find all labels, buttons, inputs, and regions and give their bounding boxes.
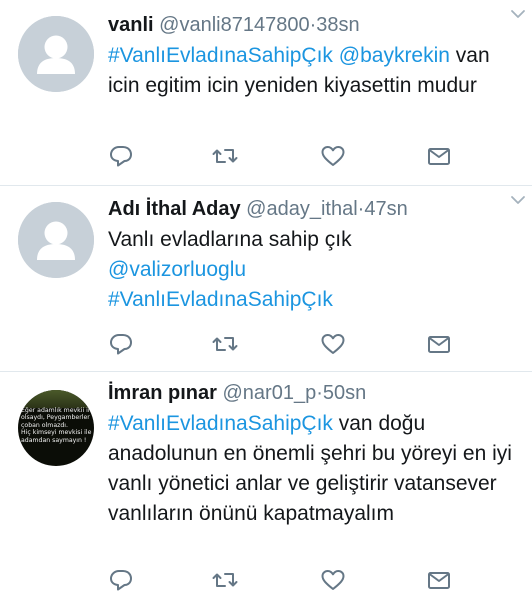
tweet-text: Vanlı evladlarına sahip çık @valizorluogl…	[108, 225, 516, 315]
heart-icon	[321, 146, 345, 166]
mention-link[interactable]: @valizorluoglu	[108, 258, 246, 281]
timestamp[interactable]: 50sn	[323, 382, 366, 404]
tweet-body: Adı İthal Aday @aday_ithal·47sn Vanlı ev…	[108, 194, 516, 315]
chevron-down-icon[interactable]	[510, 194, 526, 206]
tweet-text: #VanlıEvladınaSahipÇık @baykrekin van ic…	[108, 41, 516, 101]
like-button[interactable]	[320, 568, 346, 592]
display-name[interactable]: vanli	[108, 14, 154, 36]
reply-icon	[110, 570, 132, 591]
reply-button[interactable]	[108, 332, 134, 356]
hashtag-link[interactable]: #VanlıEvladınaSahipÇık	[108, 412, 333, 435]
user-handle[interactable]: @aday_ithal	[246, 198, 357, 220]
direct-message-button[interactable]	[426, 568, 452, 592]
display-name[interactable]: Adı İthal Aday	[108, 198, 241, 220]
retweet-button[interactable]	[212, 144, 238, 168]
tweet-body: vanli @vanli87147800·38sn #VanlıEvladına…	[108, 10, 516, 101]
tweet-header: İmran pınar @nar01_p·50sn	[108, 378, 516, 408]
display-name[interactable]: İmran pınar	[108, 382, 217, 404]
hashtag-link[interactable]: #VanlıEvladınaSahipÇık	[108, 288, 333, 311]
envelope-icon	[428, 336, 450, 353]
direct-message-button[interactable]	[426, 332, 452, 356]
reply-button[interactable]	[108, 144, 134, 168]
avatar-image-background	[18, 390, 94, 408]
retweet-icon	[212, 149, 238, 163]
tweet-actions	[108, 144, 458, 168]
tweet-header: vanli @vanli87147800·38sn	[108, 10, 516, 40]
heart-icon	[321, 334, 345, 354]
tweet[interactable]: vanli @vanli87147800·38sn #VanlıEvladına…	[0, 0, 532, 186]
envelope-icon	[428, 572, 450, 589]
timeline: vanli @vanli87147800·38sn #VanlıEvladına…	[0, 0, 532, 609]
hashtag-link[interactable]: #VanlıEvladınaSahipÇık	[108, 44, 333, 67]
profile-avatar[interactable]: Eğer adamlık mevkii ile olsaydı, Peygamb…	[18, 390, 94, 466]
retweet-button[interactable]	[212, 568, 238, 592]
retweet-icon	[212, 337, 238, 351]
mention-link[interactable]: @baykrekin	[339, 44, 450, 67]
default-avatar-icon[interactable]	[18, 16, 94, 92]
tweet[interactable]: Eğer adamlık mevkii ile olsaydı, Peygamb…	[0, 372, 532, 609]
reply-button[interactable]	[108, 568, 134, 592]
user-handle[interactable]: @nar01_p	[222, 382, 316, 404]
default-avatar-icon[interactable]	[18, 202, 94, 278]
direct-message-button[interactable]	[426, 144, 452, 168]
retweet-button[interactable]	[212, 332, 238, 356]
timestamp[interactable]: 38sn	[316, 14, 359, 36]
separator: ·	[316, 382, 323, 404]
timestamp[interactable]: 47sn	[364, 198, 407, 220]
tweet-body: İmran pınar @nar01_p·50sn #VanlıEvladına…	[108, 378, 516, 529]
tweet-text-segment: Vanlı evladlarına sahip çık	[108, 228, 352, 251]
avatar-caption: Eğer adamlık mevkii ile olsaydı, Peygamb…	[21, 407, 94, 444]
like-button[interactable]	[320, 332, 346, 356]
reply-icon	[110, 334, 132, 355]
retweet-icon	[212, 573, 238, 587]
tweet-actions	[108, 568, 458, 592]
envelope-icon	[428, 148, 450, 165]
like-button[interactable]	[320, 144, 346, 168]
tweet-text: #VanlıEvladınaSahipÇık van doğu anadolun…	[108, 409, 516, 529]
tweet-actions	[108, 332, 458, 356]
chevron-down-icon[interactable]	[510, 8, 526, 20]
reply-icon	[110, 146, 132, 167]
tweet[interactable]: Adı İthal Aday @aday_ithal·47sn Vanlı ev…	[0, 186, 532, 372]
tweet-header: Adı İthal Aday @aday_ithal·47sn	[108, 194, 516, 224]
heart-icon	[321, 570, 345, 590]
user-handle[interactable]: @vanli87147800	[159, 14, 309, 36]
